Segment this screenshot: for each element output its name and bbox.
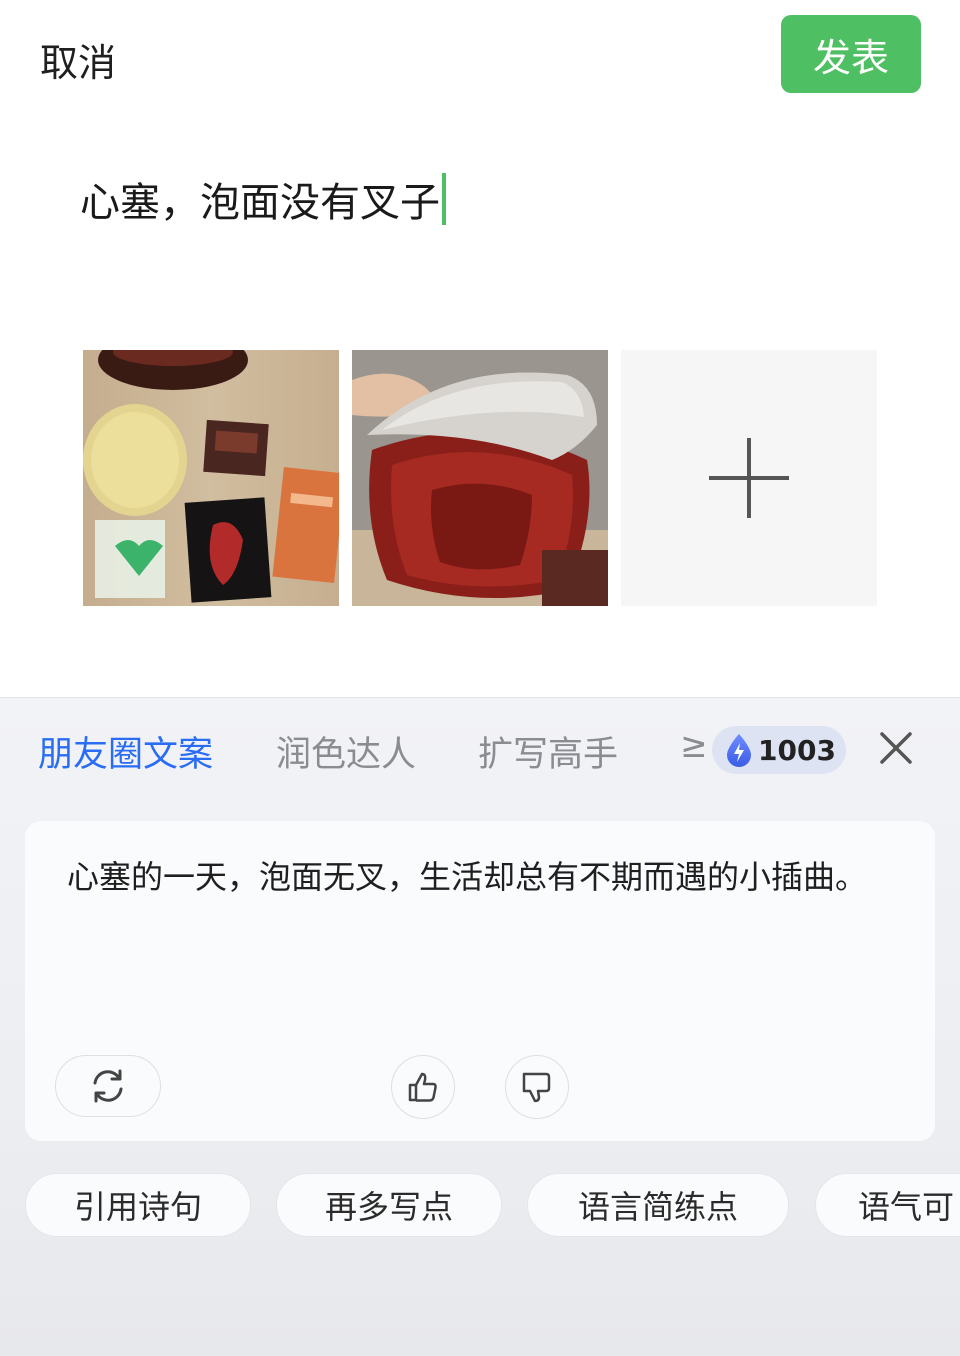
credits-badge[interactable]: 1003 xyxy=(712,726,846,774)
bowl-image xyxy=(352,350,608,606)
chip-tone-partial[interactable]: 语气可 xyxy=(815,1173,960,1237)
close-icon[interactable] xyxy=(876,728,916,768)
text-cursor xyxy=(442,173,446,225)
energy-drop-icon xyxy=(727,734,751,767)
thumbs-up-icon xyxy=(408,1072,437,1102)
thumbs-down-icon xyxy=(522,1072,551,1103)
photo-thumbnail-2[interactable] xyxy=(352,350,608,606)
refresh-icon xyxy=(93,1069,123,1103)
tab-more-partial[interactable]: ≥ xyxy=(680,726,704,776)
tab-moments-copy[interactable]: 朋友圈文案 xyxy=(38,726,213,777)
credits-count: 1003 xyxy=(758,733,836,767)
tab-expand[interactable]: 扩写高手 xyxy=(478,726,618,777)
add-photo-button[interactable] xyxy=(621,350,877,606)
publish-button[interactable]: 发表 xyxy=(781,15,921,93)
chip-concise[interactable]: 语言简练点 xyxy=(527,1173,789,1237)
post-text-input[interactable]: 心塞，泡面没有叉子 xyxy=(80,170,446,228)
like-button[interactable] xyxy=(391,1055,455,1119)
photo-thumbnail-1[interactable] xyxy=(83,350,339,606)
tab-polish[interactable]: 润色达人 xyxy=(276,726,416,777)
cancel-button[interactable]: 取消 xyxy=(40,32,116,87)
regenerate-button[interactable] xyxy=(55,1055,161,1117)
quick-prompt-chips: 引用诗句 再多写点 语言简练点 语气可 xyxy=(0,1173,960,1239)
generated-text[interactable]: 心塞的一天，泡面无叉，生活却总有不期而遇的小插曲。 xyxy=(67,853,887,901)
generated-result-card: 心塞的一天，泡面无叉，生活却总有不期而遇的小插曲。 xyxy=(25,821,935,1141)
top-bar: 取消 发表 xyxy=(0,0,960,110)
noodle-contents-image xyxy=(83,350,339,606)
dislike-button[interactable] xyxy=(505,1055,569,1119)
ai-writing-panel: 朋友圈文案 润色达人 扩写高手 ≥ 1003 心塞的一天，泡面无叉，生活却总有不… xyxy=(0,697,960,1356)
chip-write-more[interactable]: 再多写点 xyxy=(276,1173,502,1237)
chip-quote-poem[interactable]: 引用诗句 xyxy=(25,1173,251,1237)
post-text: 心塞，泡面没有叉子 xyxy=(80,180,440,226)
